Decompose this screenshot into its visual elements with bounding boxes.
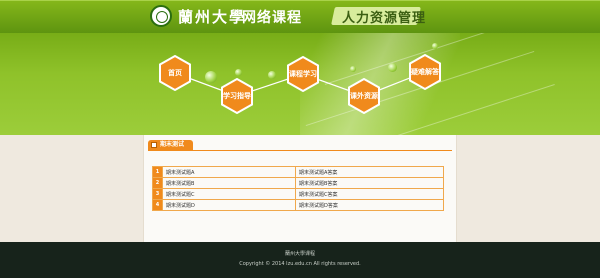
footer-copyright: Copyright © 2014 lzu.edu.cn All rights r… — [239, 261, 361, 267]
section-divider — [148, 150, 452, 151]
site-name: 网络课程 — [242, 10, 302, 26]
nav-study-guide-label: 学习指导 — [223, 91, 251, 100]
nav-course-study-button[interactable]: 课程学习 — [285, 56, 321, 92]
answer-link[interactable]: 期末测试题C答案 — [295, 188, 444, 200]
nav-home-label: 首页 — [168, 68, 182, 77]
answer-link[interactable]: 期末测试题D答案 — [295, 199, 444, 211]
nav-resources-button[interactable]: 课外资源 — [346, 78, 382, 114]
table-row: 2 期末测试题B 期末测试题B答案 — [152, 177, 444, 189]
banner: 首页 学习指导 课程学习 课外资源 疑难解答 — [0, 33, 600, 135]
table-row: 3 期末测试题C 期末测试题C答案 — [152, 188, 444, 200]
nav-course-study-label: 课程学习 — [289, 69, 317, 78]
row-number: 1 — [152, 166, 163, 178]
nav-home-button[interactable]: 首页 — [157, 55, 193, 91]
question-link[interactable]: 期末测试题A — [162, 166, 296, 178]
answer-link[interactable]: 期末测试题A答案 — [295, 166, 444, 178]
table-row: 4 期末测试题D 期末测试题D答案 — [152, 199, 444, 211]
nav-faq-label: 疑难解答 — [411, 67, 439, 76]
nav-resources-label: 课外资源 — [350, 91, 378, 100]
course-title: 人力资源管理 — [342, 11, 427, 26]
question-link[interactable]: 期末测试题D — [162, 199, 296, 211]
row-number: 4 — [152, 199, 163, 211]
document-icon — [151, 142, 157, 148]
row-number: 2 — [152, 177, 163, 189]
row-number: 3 — [152, 188, 163, 200]
university-seal-icon — [150, 5, 172, 27]
nav-study-guide-button[interactable]: 学习指导 — [219, 78, 255, 114]
site-header: 蘭州大學 网络课程 人力资源管理 — [0, 0, 600, 33]
table-row: 1 期末测试题A 期末测试题A答案 — [152, 166, 444, 178]
answer-link[interactable]: 期末测试题B答案 — [295, 177, 444, 189]
section-title: 期末测试 — [160, 141, 185, 148]
nav-faq-button[interactable]: 疑难解答 — [407, 54, 443, 90]
site-footer: 蘭州大學课程 Copyright © 2014 lzu.edu.cn All r… — [0, 242, 600, 278]
question-link[interactable]: 期末测试题C — [162, 188, 296, 200]
quiz-table: 1 期末测试题A 期末测试题A答案 2 期末测试题B 期末测试题B答案 3 期末… — [152, 166, 444, 211]
question-link[interactable]: 期末测试题B — [162, 177, 296, 189]
university-name: 蘭州大學 — [178, 8, 247, 26]
footer-title: 蘭州大學课程 — [284, 251, 315, 257]
